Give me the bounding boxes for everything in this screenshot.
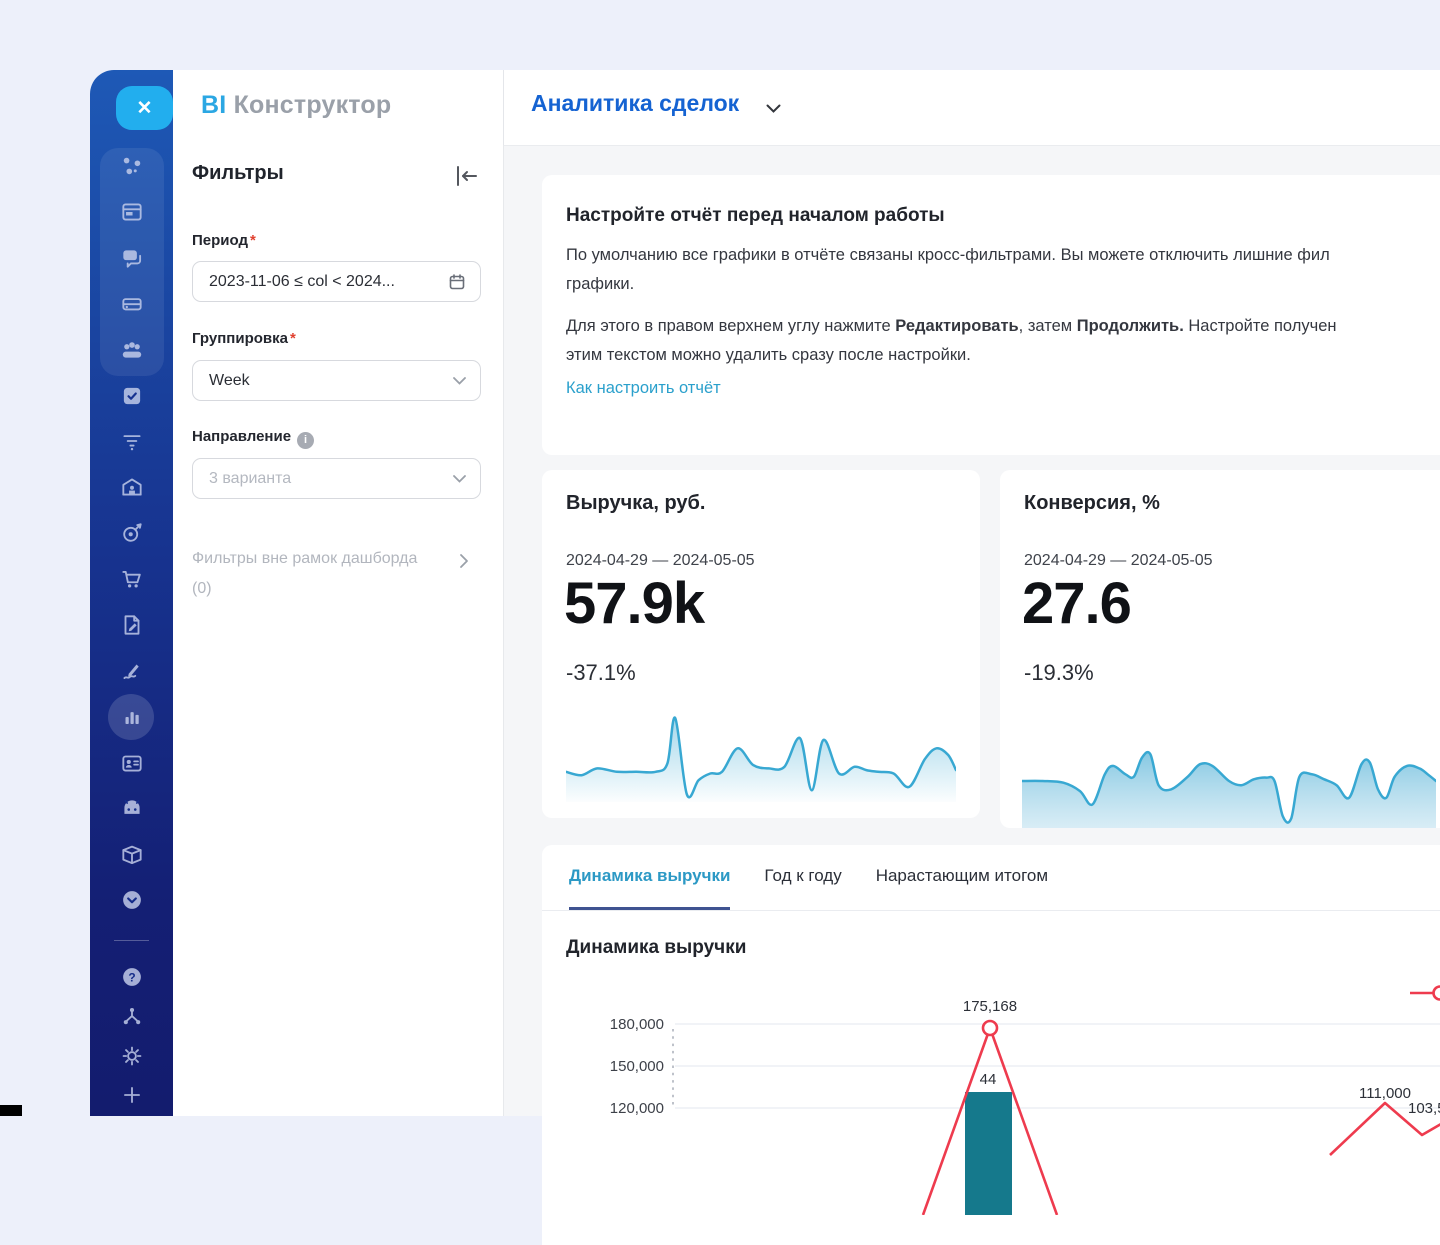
sidebar-item-warehouse-icon[interactable]: [119, 474, 145, 500]
y-tick-120000: 120,000: [610, 1100, 664, 1117]
notice-line: графики.: [566, 270, 1440, 299]
revenue-dynamics-chart: 180,000 150,000 120,000 175,168 44 111,0…: [560, 985, 1440, 1215]
sidebar-item-inbox-icon[interactable]: [119, 291, 145, 317]
sidebar-item-chat-icon[interactable]: [119, 245, 145, 271]
sparkline-chart: [566, 710, 956, 802]
chart-card: Динамика выручки Год к году Нарастающим …: [542, 845, 1440, 1245]
direction-placeholder: 3 варианта: [209, 470, 453, 488]
chevron-right-icon: [459, 553, 469, 574]
sidebar-rail: ✕ ?: [90, 70, 173, 1116]
tab-year-over-year[interactable]: Год к году: [764, 845, 841, 910]
metric-value: 27.6: [1022, 570, 1131, 637]
sidebar-item-book-icon[interactable]: [119, 842, 145, 868]
filters-heading: Фильтры: [192, 162, 284, 185]
y-tick-150000: 150,000: [610, 1058, 664, 1075]
chart-title: Динамика выручки: [566, 937, 1440, 959]
bar-44[interactable]: [965, 1092, 1012, 1215]
outer-filters-link[interactable]: Фильтры вне рамок дашборда: [192, 550, 482, 568]
notice-line: этим текстом можно удалить сразу после н…: [566, 341, 1440, 370]
sidebar-item-help-icon[interactable]: ?: [119, 964, 145, 990]
logo-bi: BI: [201, 91, 226, 119]
notice-body: По умолчанию все графики в отчёте связан…: [566, 241, 1440, 370]
gridlines: [675, 1024, 1440, 1108]
sidebar-item-task-check-icon[interactable]: [119, 383, 145, 409]
screenshot-artifact: [0, 1105, 22, 1116]
sidebar-item-users-icon[interactable]: [119, 337, 145, 363]
legend-line-marker: [1410, 987, 1440, 1000]
notice-line: Для этого в правом верхнем углу нажмите …: [566, 312, 1440, 341]
collapse-panel-icon[interactable]: [453, 163, 481, 189]
metric-card-revenue: Выручка, руб. 2024-04-29 — 2024-05-05 57…: [542, 470, 980, 818]
main-header: Аналитика сделок: [503, 70, 1440, 146]
grouping-value: Week: [209, 372, 453, 390]
metric-title: Выручка, руб.: [566, 492, 705, 515]
svg-text:?: ?: [128, 970, 135, 984]
sidebar-item-id-card-icon[interactable]: [119, 750, 145, 776]
required-asterisk: *: [290, 330, 296, 347]
sidebar-item-share-graph-icon[interactable]: [119, 1003, 145, 1029]
period-value: 2023-11-06 ≤ col < 2024...: [209, 273, 448, 291]
tab-cumulative[interactable]: Нарастающим итогом: [876, 845, 1048, 910]
label-peak: 175,168: [963, 998, 1017, 1015]
sidebar-item-robot-icon[interactable]: [119, 796, 145, 822]
sidebar-item-signature-icon[interactable]: [119, 658, 145, 684]
metric-card-conversion: Конверсия, % 2024-04-29 — 2024-05-05 27.…: [1000, 470, 1440, 828]
sidebar-item-plus-icon[interactable]: [119, 1082, 145, 1108]
period-label: Период*: [192, 232, 256, 249]
notice-line: По умолчанию все графики в отчёте связан…: [566, 241, 1440, 270]
app-logo: BI Конструктор: [201, 91, 391, 120]
metric-value: 57.9k: [564, 570, 704, 637]
grouping-label: Группировка*: [192, 330, 296, 347]
sidebar-item-gear-icon[interactable]: [119, 1043, 145, 1069]
label-103558: 103,558: [1408, 1100, 1440, 1117]
notice-card: Настройте отчёт перед началом работы По …: [542, 175, 1440, 455]
sidebar-item-cart-icon[interactable]: [119, 566, 145, 592]
chevron-down-icon: [453, 377, 466, 385]
sidebar-item-browser-card-icon[interactable]: [119, 199, 145, 225]
sidebar-item-doc-edit-icon[interactable]: [119, 612, 145, 638]
chevron-down-icon: [453, 475, 466, 483]
chevron-down-icon[interactable]: [766, 101, 781, 119]
notice-title: Настройте отчёт перед началом работы: [566, 205, 1440, 227]
notice-line: [566, 299, 1440, 312]
tab-bar: Динамика выручки Год к году Нарастающим …: [542, 845, 1440, 911]
y-tick-180000: 180,000: [610, 1016, 664, 1033]
sidebar-item-target-icon[interactable]: [119, 520, 145, 546]
metric-delta: -19.3%: [1024, 660, 1094, 686]
sparkline-chart: [1022, 736, 1436, 828]
data-point-marker[interactable]: [983, 1021, 997, 1035]
period-input[interactable]: 2023-11-06 ≤ col < 2024...: [192, 261, 481, 302]
close-button[interactable]: ✕: [116, 86, 173, 130]
close-icon: ✕: [137, 97, 153, 120]
tab-revenue-dynamics[interactable]: Динамика выручки: [569, 845, 730, 910]
sidebar-item-community-icon[interactable]: [119, 153, 145, 179]
screenshot-root: { "colors": { "accent_blue": "#1563d2", …: [0, 0, 1440, 1116]
sidebar-item-bar-chart-icon[interactable]: [119, 704, 145, 730]
calendar-icon: [448, 273, 466, 291]
report-title[interactable]: Аналитика сделок: [531, 90, 739, 117]
metric-period: 2024-04-29 — 2024-05-05: [1024, 552, 1213, 570]
grouping-select[interactable]: Week: [192, 360, 481, 401]
metric-delta: -37.1%: [566, 660, 636, 686]
how-to-configure-link[interactable]: Как настроить отчёт: [566, 379, 721, 398]
info-icon[interactable]: i: [297, 432, 314, 449]
sidebar-item-funnel-icon[interactable]: [119, 428, 145, 454]
metric-title: Конверсия, %: [1024, 492, 1160, 515]
label-bar: 44: [980, 1071, 997, 1088]
metric-period: 2024-04-29 — 2024-05-05: [566, 552, 755, 570]
filter-panel: BI Конструктор Фильтры Период* 2023-11-0…: [173, 70, 503, 1116]
sidebar-item-chevron-circle-icon[interactable]: [119, 887, 145, 913]
required-asterisk: *: [250, 232, 256, 249]
logo-word: Конструктор: [234, 91, 392, 119]
sidebar-divider: [114, 940, 149, 941]
direction-label: Направлениеi: [192, 428, 314, 449]
label-111000: 111,000: [1359, 1085, 1411, 1102]
direction-select[interactable]: 3 варианта: [192, 458, 481, 499]
outer-filters-count: (0): [192, 580, 212, 598]
